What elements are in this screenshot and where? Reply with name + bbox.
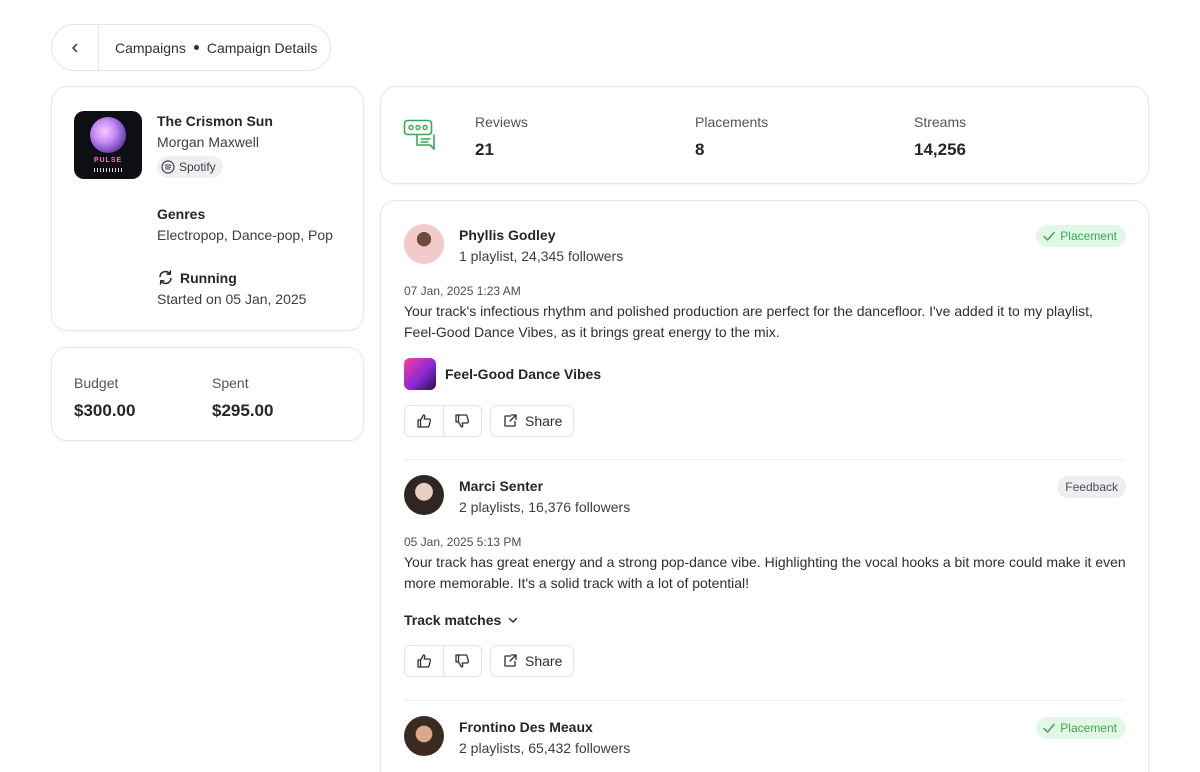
genres-value: Electropop, Dance-pop, Pop (157, 227, 333, 243)
placements-label: Placements (695, 114, 769, 130)
cover-text: PULSE (93, 157, 123, 164)
thumbs-down-button[interactable] (444, 646, 482, 676)
track-card: PULSE The Crismon Sun Morgan Maxwell Spo… (51, 86, 364, 331)
review-text: Your track's infectious rhythm and polis… (404, 303, 1093, 340)
reviews-value: 21 (475, 140, 494, 159)
thumbs-up-icon (417, 414, 431, 428)
breadcrumb-separator (193, 45, 199, 50)
placement-badge: Placement (1036, 717, 1126, 739)
share-button[interactable]: Share (490, 405, 575, 437)
budget-label: Budget (74, 375, 119, 391)
badge-label: Placement (1060, 721, 1117, 735)
reviewer-avatar (404, 716, 444, 756)
platform-label: Spotify (179, 160, 216, 174)
playlist-name: Feel-Good Dance Vibes (445, 366, 602, 382)
track-cover: PULSE (74, 111, 142, 179)
status-label: Running (180, 269, 237, 286)
playlist-link[interactable]: Feel-Good Dance Vibes (404, 358, 601, 390)
reviewer-avatar (404, 224, 444, 264)
track-title: The Crismon Sun (157, 113, 273, 129)
share-icon (504, 654, 517, 667)
review-actions: Share (404, 645, 575, 677)
streams-value: 14,256 (914, 140, 966, 159)
reviewer-avatar (404, 475, 444, 515)
genres-label: Genres (157, 206, 206, 222)
spent-label: Spent (212, 375, 249, 391)
chevron-left-icon (72, 43, 78, 52)
spent-value: $295.00 (212, 401, 274, 420)
vote-group (404, 405, 482, 437)
reviews-chat-icon (403, 119, 435, 150)
review-date: 07 Jan, 2025 1:23 AM (404, 284, 521, 298)
thumbs-up-icon (417, 654, 431, 668)
breadcrumb: Campaigns Campaign Details (51, 24, 331, 71)
cover-orb (90, 117, 126, 153)
reviewer-name: Phyllis Godley (459, 227, 556, 243)
thumbs-up-button[interactable] (405, 406, 444, 436)
streams-label: Streams (914, 114, 967, 130)
share-label: Share (525, 413, 563, 429)
budget-card: Budget $300.00 Spent $295.00 (51, 347, 364, 441)
breadcrumb-current: Campaign Details (206, 39, 318, 56)
thumbs-down-button[interactable] (444, 406, 482, 436)
campaign-status: Running (157, 269, 237, 286)
platform-badge: Spotify (157, 156, 223, 178)
track-artist: Morgan Maxwell (157, 134, 259, 150)
feedback-badge: Feedback (1057, 476, 1126, 498)
thumbs-down-icon (455, 414, 470, 428)
spotify-icon (161, 160, 175, 174)
back-button[interactable] (52, 25, 99, 70)
check-icon (1043, 723, 1056, 733)
share-icon (504, 414, 517, 427)
placement-badge: Placement (1036, 225, 1126, 247)
breadcrumb-campaigns-link[interactable]: Campaigns (115, 40, 186, 56)
reviewer-stats: 2 playlists, 16,376 followers (459, 499, 631, 515)
review-text: Your track has great energy and a strong… (404, 554, 1126, 591)
share-label: Share (525, 653, 563, 669)
badge-label: Feedback (1065, 480, 1118, 494)
placements-value: 8 (695, 140, 705, 159)
badge-label: Placement (1060, 229, 1117, 243)
reviews-label: Reviews (475, 114, 528, 130)
thumbs-up-button[interactable] (405, 646, 444, 676)
track-matches-label: Track matches (404, 612, 502, 628)
chevron-down-icon (509, 617, 518, 623)
share-button[interactable]: Share (490, 645, 575, 677)
review-divider (404, 700, 1125, 701)
refresh-icon (159, 270, 172, 285)
reviews-list: Phyllis Godley 1 playlist, 24,345 follow… (380, 200, 1149, 772)
started-date: Started on 05 Jan, 2025 (157, 291, 307, 307)
reviewer-name: Frontino Des Meaux (459, 719, 593, 735)
stats-card: Reviews 21 Placements 8 Streams 14,256 (380, 86, 1149, 184)
review-actions: Share (404, 405, 575, 437)
thumbs-down-icon (455, 654, 470, 668)
track-matches-toggle[interactable]: Track matches (404, 612, 519, 628)
check-icon (1043, 231, 1056, 241)
reviewer-name: Marci Senter (459, 478, 544, 494)
vote-group (404, 645, 482, 677)
budget-value: $300.00 (74, 401, 136, 420)
reviewer-stats: 2 playlists, 65,432 followers (459, 740, 631, 756)
cover-barcode (94, 168, 122, 172)
playlist-thumbnail (404, 358, 436, 390)
reviewer-stats: 1 playlist, 24,345 followers (459, 248, 624, 264)
review-divider (404, 459, 1125, 460)
review-date: 05 Jan, 2025 5:13 PM (404, 535, 522, 549)
